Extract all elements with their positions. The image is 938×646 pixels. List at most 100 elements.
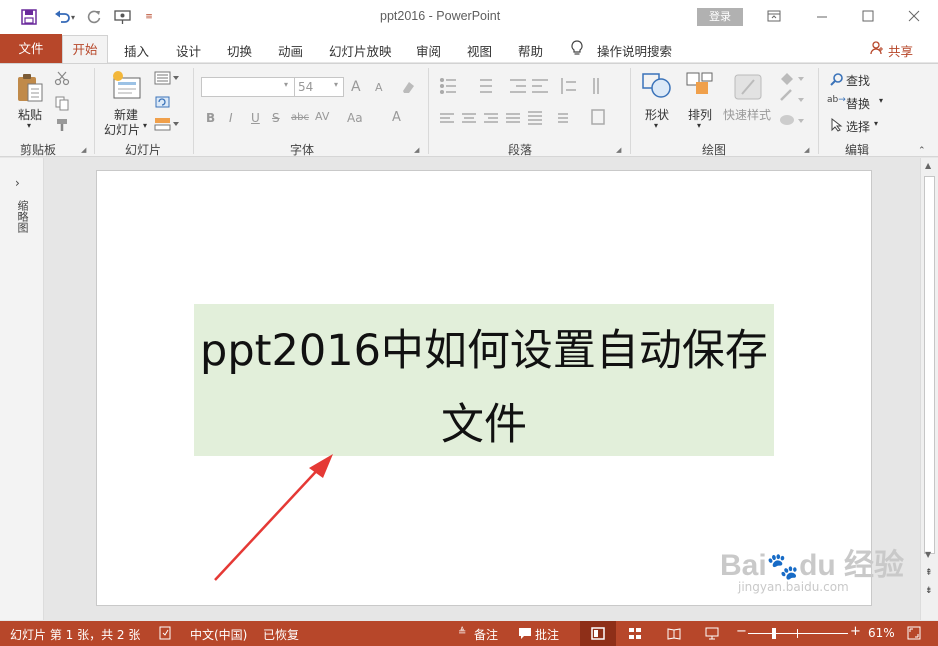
clipboard-launcher-icon[interactable]: ◢	[81, 146, 86, 154]
reset-icon[interactable]	[154, 94, 172, 113]
redo-icon[interactable]	[83, 6, 105, 28]
tab-review[interactable]: 审阅	[416, 41, 441, 60]
font-launcher-icon[interactable]: ◢	[414, 146, 419, 154]
shapes-dropdown-icon[interactable]: ▾	[654, 121, 658, 130]
save-icon[interactable]	[18, 6, 40, 28]
font-size-dropdown-icon[interactable]: ▾	[334, 80, 338, 89]
paste-icon[interactable]	[14, 72, 46, 107]
replace-button[interactable]: 替换	[846, 95, 870, 112]
font-name-dropdown-icon[interactable]: ▾	[284, 80, 288, 89]
slideshow-icon[interactable]	[705, 627, 719, 643]
paste-dropdown-icon[interactable]: ▾	[27, 121, 31, 130]
login-button[interactable]: 登录	[697, 8, 743, 26]
thumbnail-pane-label[interactable]: 缩略图	[14, 200, 29, 233]
shrink-font-button[interactable]: A	[375, 81, 383, 94]
find-button[interactable]: 查找	[846, 72, 870, 89]
tab-help[interactable]: 帮助	[518, 41, 543, 60]
tell-me-search[interactable]: 操作说明搜索	[597, 41, 672, 60]
expand-pane-icon[interactable]: ›	[15, 176, 20, 190]
replace-dropdown-icon[interactable]: ▾	[879, 96, 883, 105]
accessibility-icon[interactable]	[158, 626, 172, 643]
arrange-icon[interactable]	[684, 70, 716, 105]
cut-icon[interactable]	[54, 70, 70, 89]
drawing-group-label: 绘图	[702, 143, 727, 157]
maximize-icon[interactable]	[860, 8, 878, 26]
zoom-in-icon[interactable]: +	[850, 624, 861, 639]
tab-design[interactable]: 设计	[176, 41, 201, 60]
new-slide-button[interactable]: 幻灯片	[104, 121, 140, 138]
zoom-slider[interactable]	[748, 633, 848, 634]
replace-icon[interactable]: ab→	[827, 95, 846, 105]
window-title: ppt2016 - PowerPoint	[380, 9, 501, 23]
font-color-button[interactable]: A	[392, 110, 401, 125]
close-icon[interactable]	[906, 8, 924, 26]
scroll-up-icon[interactable]: ▲	[925, 161, 931, 170]
shapes-icon[interactable]	[641, 70, 673, 105]
language-indicator[interactable]: 中文(中国)	[190, 626, 247, 643]
italic-button[interactable]: I	[229, 111, 233, 125]
shape-fill-icon[interactable]	[778, 70, 806, 133]
slides-group-label: 幻灯片	[125, 143, 162, 157]
scroll-down-icon[interactable]: ▼	[925, 550, 931, 559]
font-size-value: 54	[298, 80, 314, 94]
tab-slideshow[interactable]: 幻灯片放映	[329, 41, 392, 60]
quick-styles-icon[interactable]	[732, 72, 764, 105]
paragraph-launcher-icon[interactable]: ◢	[616, 146, 621, 154]
shadow-button[interactable]: abc	[291, 112, 309, 123]
new-slide-dropdown-icon[interactable]: ▾	[143, 121, 147, 130]
select-icon[interactable]	[830, 117, 844, 135]
copy-icon[interactable]	[54, 95, 70, 114]
bold-button[interactable]: B	[206, 111, 215, 125]
zoom-out-icon[interactable]: −	[736, 624, 747, 639]
fit-to-window-icon[interactable]	[907, 626, 921, 643]
notes-button[interactable]: 备注	[474, 626, 498, 643]
slide-title[interactable]: ppt2016中如何设置自动保存 文件	[194, 314, 774, 462]
tab-insert[interactable]: 插入	[124, 41, 149, 60]
section-icon[interactable]	[154, 117, 180, 134]
select-dropdown-icon[interactable]: ▾	[874, 119, 878, 128]
grow-font-button[interactable]: A	[351, 79, 361, 95]
person-icon[interactable]	[870, 41, 884, 58]
arrange-dropdown-icon[interactable]: ▾	[697, 121, 701, 130]
select-button[interactable]: 选择	[846, 118, 870, 135]
comments-icon[interactable]	[518, 626, 532, 643]
notes-icon[interactable]: ≜	[458, 627, 466, 638]
minimize-icon[interactable]	[814, 8, 832, 26]
font-name-input[interactable]	[201, 77, 295, 97]
scroll-thumb[interactable]	[924, 176, 935, 554]
presentation-icon[interactable]	[112, 6, 134, 28]
strikethrough-button[interactable]: S	[272, 111, 280, 125]
tab-file[interactable]: 文件	[0, 34, 62, 63]
undo-dropdown-icon[interactable]: ▾	[68, 6, 78, 28]
next-slide-icon[interactable]: ⇟	[925, 586, 933, 596]
zoom-slider-thumb[interactable]	[772, 628, 776, 639]
underline-button[interactable]: U	[251, 111, 260, 125]
tab-view[interactable]: 视图	[467, 41, 492, 60]
slide-sorter-icon[interactable]	[628, 627, 642, 643]
char-spacing-button[interactable]: AV	[315, 110, 329, 123]
status-bar: 幻灯片 第 1 张，共 2 张 中文(中国) 已恢复 ≜ 备注 批注 − + 6…	[0, 621, 938, 646]
find-icon[interactable]	[830, 72, 844, 89]
tab-home[interactable]: 开始	[62, 35, 108, 64]
reading-view-icon[interactable]	[667, 627, 681, 643]
normal-view-button[interactable]	[580, 621, 616, 646]
change-case-button[interactable]: Aa	[347, 111, 363, 125]
collapse-ribbon-icon[interactable]: ⌃	[918, 146, 926, 156]
comments-button[interactable]: 批注	[535, 626, 559, 643]
tab-animations[interactable]: 动画	[278, 41, 303, 60]
layout-icon[interactable]	[154, 71, 180, 88]
customize-toolbar-icon[interactable]: ≡	[142, 6, 156, 28]
ribbon-display-icon[interactable]	[766, 8, 784, 26]
clear-format-icon[interactable]	[400, 79, 416, 98]
drawing-launcher-icon[interactable]: ◢	[804, 146, 809, 154]
previous-slide-icon[interactable]: ⇞	[925, 568, 933, 578]
vertical-scrollbar[interactable]: ▲ ▼ ⇞ ⇟	[920, 158, 938, 620]
divider	[193, 68, 194, 154]
share-button[interactable]: 共享	[888, 41, 913, 60]
paragraph-list-icons[interactable]	[438, 76, 618, 141]
tab-transitions[interactable]: 切换	[227, 41, 252, 60]
quick-styles-button[interactable]: 快速样式	[723, 106, 771, 123]
new-slide-icon[interactable]	[110, 70, 144, 105]
format-painter-icon[interactable]	[54, 117, 70, 136]
zoom-level[interactable]: 61%	[868, 626, 895, 640]
